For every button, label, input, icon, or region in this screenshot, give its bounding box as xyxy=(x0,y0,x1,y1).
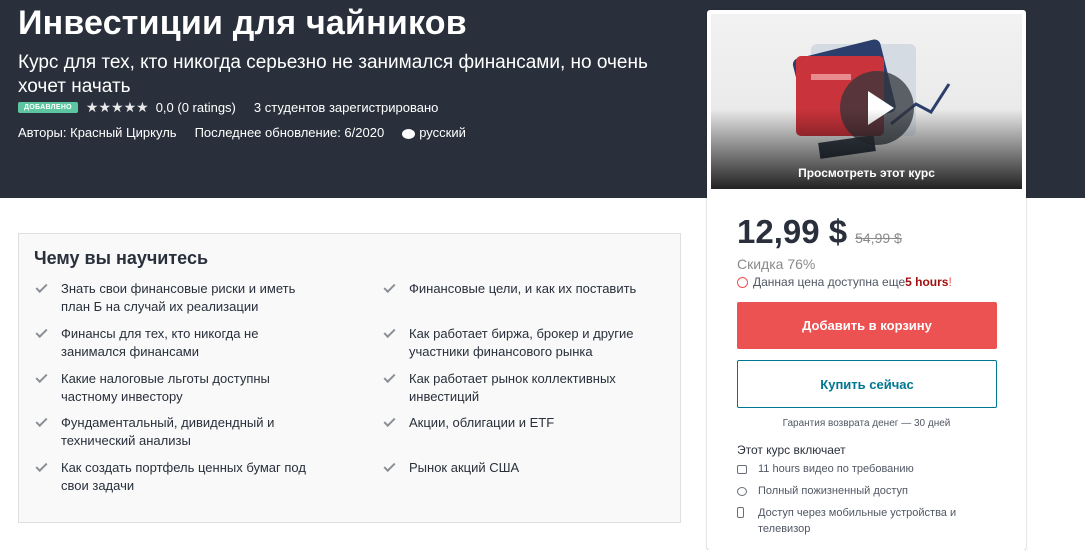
section-title: Чему вы научитесь xyxy=(34,248,209,268)
include-item-text: Полный пожизненный доступ xyxy=(758,485,908,497)
learn-item: Рынок акций США xyxy=(409,460,520,475)
checkmark-icon xyxy=(35,459,48,473)
learn-item: Знать свои финансовые риски и иметь план… xyxy=(61,281,296,314)
learn-item: Финансы для тех, кто никогда не занималс… xyxy=(61,326,259,359)
video-icon xyxy=(737,465,747,474)
price-row: 12,99 $ 54,99 $ xyxy=(737,213,902,251)
checkmark-icon xyxy=(383,414,396,428)
learn-item: Акции, облигации и ETF xyxy=(409,415,555,430)
checkmark-icon xyxy=(383,459,396,473)
new-badge: ДОБАВЛЕНО xyxy=(18,102,78,113)
last-updated: Последнее обновление: 6/2020 xyxy=(194,125,385,140)
checkmark-icon xyxy=(383,280,396,294)
illustration-line xyxy=(811,74,851,80)
timer-text: Данная цена доступна еще xyxy=(753,275,906,289)
checkmark-icon xyxy=(383,325,396,339)
rating-row: ДОБАВЛЕНО ★★★★★ 0,0 (0 ratings) 3 студен… xyxy=(18,99,438,116)
timer-end: ! xyxy=(948,275,952,289)
infinity-icon xyxy=(737,487,747,496)
includes-title: Этот курс включает xyxy=(737,443,846,457)
original-price: 54,99 $ xyxy=(855,230,902,246)
learn-item: Какие налоговые льготы доступны частному… xyxy=(61,371,270,404)
include-item-text: Доступ через мобильные устройства и теле… xyxy=(758,507,957,535)
course-subtitle: Курс для тех, кто никогда серьезно не за… xyxy=(18,52,648,97)
add-to-cart-button[interactable]: Добавить в корзину xyxy=(737,302,997,349)
buy-now-button[interactable]: Купить сейчас xyxy=(737,360,997,408)
phone-icon xyxy=(737,507,744,518)
purchase-card: Просмотреть этот курс 12,99 $ 54,99 $ Ск… xyxy=(707,10,1026,550)
checkmark-icon xyxy=(35,325,48,339)
timer-hours: 5 hours xyxy=(905,275,949,289)
students-count: 3 студентов зарегистрировано xyxy=(253,100,439,115)
learn-item: Как работает биржа, брокер и другие учас… xyxy=(409,326,634,359)
preview-label[interactable]: Просмотреть этот курс xyxy=(711,166,1022,180)
rating-text[interactable]: 0,0 (0 ratings) xyxy=(156,100,236,115)
learn-item: Как работает рынок коллективных инвестиц… xyxy=(409,371,616,404)
discount-label: Скидка 76% xyxy=(737,256,816,272)
money-back-guarantee: Гарантия возврата денег — 30 дней xyxy=(782,418,951,429)
course-title: Инвестиции для чайников xyxy=(18,4,467,42)
what-you-learn-box: Чему вы научитесь Знать свои финансовые … xyxy=(18,233,681,523)
checkmark-icon xyxy=(35,370,48,384)
alarm-clock-icon xyxy=(737,276,748,288)
include-item: 11 hours видео по требованию xyxy=(737,463,914,475)
include-item: Полный пожизненный доступ xyxy=(737,485,908,497)
price-timer: Данная цена доступна еще 5 hours ! xyxy=(737,275,952,289)
include-item-text: 11 hours видео по требованию xyxy=(758,463,914,475)
course-preview[interactable]: Просмотреть этот курс xyxy=(711,14,1022,189)
checkmark-icon xyxy=(383,370,396,384)
course-language: русский xyxy=(419,125,466,140)
learn-item: Финансовые цели, и как их поставить xyxy=(409,281,637,296)
speech-bubble-icon xyxy=(402,128,416,139)
include-item: Доступ через мобильные устройства и теле… xyxy=(737,505,977,537)
current-price: 12,99 $ xyxy=(737,213,848,250)
checkmark-icon xyxy=(35,414,48,428)
learn-item: Как создать портфель ценных бумаг под св… xyxy=(61,460,306,493)
authors-link[interactable]: Авторы: Красный Циркуль xyxy=(18,125,177,140)
meta-row: Авторы: Красный Циркуль Последнее обновл… xyxy=(18,125,484,140)
checkmark-icon xyxy=(35,280,48,294)
star-rating-icon: ★★★★★ xyxy=(85,99,149,115)
learn-item: Фундаментальный, дивидендный и техническ… xyxy=(61,415,275,448)
